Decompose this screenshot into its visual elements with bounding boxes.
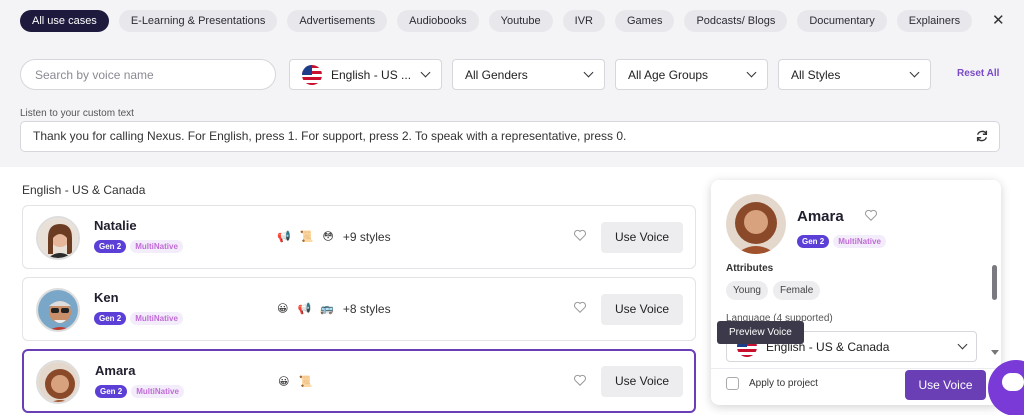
voice-badges: Gen 2 MultiNative: [94, 312, 183, 325]
voice-name: Amara: [95, 363, 136, 378]
chip-games[interactable]: Games: [614, 10, 675, 32]
grinning-face-icon: 😀: [277, 303, 289, 315]
panel-divider: [711, 368, 1001, 369]
chevron-down-icon: [957, 339, 968, 350]
voice-styles: 😀 📜: [278, 375, 312, 389]
voice-card-natalie[interactable]: Natalie Gen 2 MultiNative 📢 📜 😳 +9 style…: [22, 205, 696, 269]
style-dropdown[interactable]: All Styles: [778, 59, 931, 90]
chip-documentary[interactable]: Documentary: [797, 10, 887, 32]
attribute-tag: Female: [773, 281, 821, 300]
refresh-icon[interactable]: [975, 129, 989, 143]
scroll-down-icon[interactable]: [991, 350, 999, 355]
custom-text-label: Listen to your custom text: [20, 108, 134, 119]
attributes-list: Young Female: [726, 281, 821, 300]
gender-dropdown[interactable]: All Genders: [452, 59, 605, 90]
gen-badge: Gen 2: [94, 240, 127, 253]
us-flag-icon: [302, 64, 322, 85]
gen-badge: Gen 2: [95, 385, 128, 398]
chip-advertisements[interactable]: Advertisements: [287, 10, 388, 32]
attributes-heading: Attributes: [726, 263, 774, 274]
style-dropdown-label: All Styles: [791, 67, 841, 82]
section-title: English - US & Canada: [22, 183, 146, 197]
panel-scrollbar[interactable]: [992, 265, 997, 300]
flushed-face-icon: 😳: [322, 231, 334, 243]
grinning-face-icon: 😀: [278, 376, 290, 388]
chip-ivr[interactable]: IVR: [562, 10, 605, 32]
gen-badge: Gen 2: [94, 312, 127, 325]
voice-detail-panel: Amara Gen 2 MultiNative Attributes Young…: [711, 180, 1001, 405]
chevron-down-icon: [909, 67, 920, 78]
apply-to-project-label: Apply to project: [749, 378, 818, 389]
detail-avatar: [726, 194, 786, 254]
heart-icon[interactable]: [864, 208, 878, 222]
use-voice-button[interactable]: Use Voice: [601, 294, 683, 325]
filter-panel: All use cases E-Learning & Presentations…: [0, 0, 1024, 167]
heart-icon[interactable]: [573, 373, 587, 387]
heart-icon[interactable]: [573, 228, 587, 242]
scroll-icon: 📜: [298, 376, 313, 388]
bus-icon: 🚌: [320, 303, 334, 315]
multinative-badge: MultiNative: [130, 240, 183, 253]
megaphone-icon: 📢: [297, 303, 312, 315]
use-voice-button[interactable]: Use Voice: [601, 222, 683, 253]
megaphone-icon: 📢: [277, 231, 291, 243]
chevron-down-icon: [420, 67, 431, 78]
more-styles: +9 styles: [342, 230, 391, 244]
chevron-down-icon: [583, 67, 594, 78]
language-dropdown[interactable]: English - US ...: [289, 59, 442, 90]
preview-voice-tooltip: Preview Voice: [717, 321, 804, 344]
avatar: [36, 288, 80, 332]
chip-podcasts-blogs[interactable]: Podcasts/ Blogs: [684, 10, 788, 32]
apply-to-project-checkbox[interactable]: [726, 377, 739, 390]
voice-card-ken[interactable]: Ken Gen 2 MultiNative 😀 📢 🚌 +8 styles Us…: [22, 277, 696, 341]
custom-text-input[interactable]: Thank you for calling Nexus. For English…: [20, 121, 1000, 152]
multinative-badge: MultiNative: [130, 312, 183, 325]
voice-styles: 📢 📜 😳 +9 styles: [277, 230, 391, 244]
chip-audiobooks[interactable]: Audiobooks: [397, 10, 479, 32]
detail-badges: Gen 2 MultiNative: [797, 235, 886, 248]
voice-card-amara[interactable]: Amara Gen 2 MultiNative 😀 📜 Use Voice: [22, 349, 696, 413]
chevron-down-icon: [746, 67, 757, 78]
use-voice-button[interactable]: Use Voice: [601, 366, 683, 397]
avatar: [36, 216, 80, 260]
attribute-tag: Young: [726, 281, 768, 300]
avatar: [36, 360, 80, 404]
multinative-badge: MultiNative: [131, 385, 184, 398]
more-styles: +8 styles: [342, 302, 391, 316]
multinative-badge: MultiNative: [833, 235, 886, 248]
close-icon[interactable]: ✕: [992, 12, 1005, 30]
chat-icon: [1002, 373, 1024, 391]
heart-icon[interactable]: [573, 300, 587, 314]
gen-badge: Gen 2: [797, 235, 830, 248]
voice-styles: 😀 📢 🚌 +8 styles: [277, 302, 391, 316]
voice-name: Natalie: [94, 218, 137, 233]
language-dropdown-label: English - US ...: [331, 67, 412, 82]
voice-badges: Gen 2 MultiNative: [94, 240, 183, 253]
search-input[interactable]: [20, 59, 276, 90]
chip-youtube[interactable]: Youtube: [488, 10, 553, 32]
scroll-icon: 📜: [299, 231, 314, 243]
gender-dropdown-label: All Genders: [465, 67, 528, 82]
use-case-chips: All use cases E-Learning & Presentations…: [20, 10, 973, 32]
reset-all-button[interactable]: Reset All: [957, 68, 999, 79]
detail-use-voice-button[interactable]: Use Voice: [905, 370, 986, 400]
age-dropdown-label: All Age Groups: [628, 67, 709, 82]
chip-all-use-cases[interactable]: All use cases: [20, 10, 109, 32]
voice-name: Ken: [94, 290, 119, 305]
age-dropdown[interactable]: All Age Groups: [615, 59, 768, 90]
chip-explainers[interactable]: Explainers: [896, 10, 973, 32]
detail-voice-name: Amara: [797, 208, 844, 225]
voice-badges: Gen 2 MultiNative: [95, 385, 184, 398]
chip-e-learning[interactable]: E-Learning & Presentations: [118, 10, 278, 32]
